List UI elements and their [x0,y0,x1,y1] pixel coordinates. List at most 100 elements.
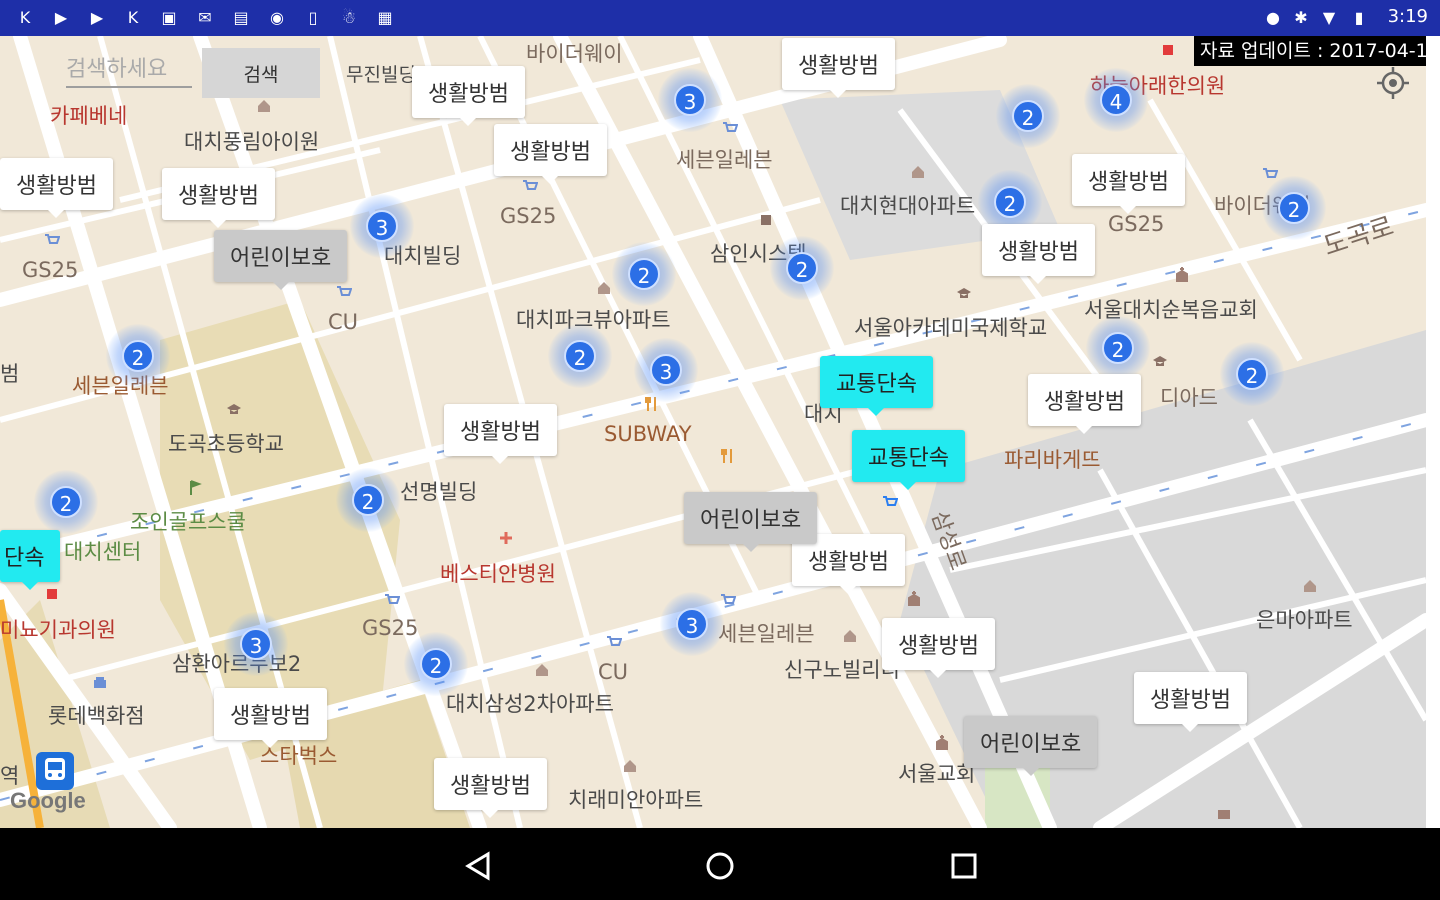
marker-crime-prevention[interactable]: 생활방범 [494,124,607,184]
cart-poi-icon [1263,168,1278,178]
school-poi-icon [227,404,241,414]
cluster-marker[interactable]: 2 [106,324,170,388]
recents-icon[interactable] [944,846,984,886]
home-poi-icon [844,630,856,642]
school-poi-icon [957,288,971,298]
cluster-count: 3 [650,354,682,386]
mail-poi-icon [1218,810,1230,819]
poi-label: 대치삼성2차아파트 [446,692,614,716]
cluster-count: 2 [786,252,818,284]
home-poi-icon [912,166,924,178]
youtube-icon: ▶ [90,8,104,27]
home-icon[interactable] [700,846,740,886]
marker-traffic-enforcement[interactable]: 교통단속 [820,356,933,416]
search-input[interactable] [66,52,192,88]
cart-poi-icon [607,636,622,646]
cart-poi-icon [385,594,400,604]
marker-crime-prevention[interactable]: 생활방범 [882,618,995,678]
cluster-marker[interactable]: 2 [770,236,834,300]
cluster-count: 3 [676,608,708,640]
cluster-marker[interactable]: 2 [1220,342,1284,406]
marker-child-protection[interactable]: 어린이보호 [214,230,348,290]
cluster-marker[interactable]: 3 [350,194,414,258]
marker-crime-prevention[interactable]: 생활방범 [444,404,557,464]
clock: 3:19 [1387,6,1428,27]
location-icon: ● [1266,8,1280,27]
navigation-bar [0,828,1440,900]
marker-crime-prevention[interactable]: 생활방범 [1028,374,1141,434]
poi-label: 대치풍림아이원 [184,130,320,154]
marker-child-protection[interactable]: 어린이보호 [684,492,818,552]
cluster-count: 2 [122,340,154,372]
marker-traffic-enforcement[interactable]: 단속 [0,530,61,590]
marker-crime-prevention[interactable]: 생활방범 [0,158,113,218]
church-poi-icon [936,735,948,750]
news-icon: ▤ [233,8,249,27]
cluster-marker[interactable]: 3 [224,612,288,676]
crosshair-icon [1377,67,1409,99]
cart-poi-icon [523,180,538,190]
android-icon: ☃ [341,8,357,27]
marker-child-protection[interactable]: 어린이보호 [964,716,1098,776]
back-icon[interactable] [458,846,498,886]
phone-icon: ▯ [308,8,318,27]
school-poi-icon [1153,356,1167,366]
poi-label: 조인골프스쿨 [130,510,246,534]
my-location-button[interactable] [1372,62,1414,104]
poi-label: 대치현대아파트 [840,194,976,218]
battery-icon: ▮ [1354,8,1364,27]
cluster-marker[interactable]: 2 [548,324,612,388]
cluster-count: 2 [420,648,452,680]
cluster-marker[interactable]: 2 [336,468,400,532]
cluster-marker[interactable]: 2 [1262,176,1326,240]
marker-crime-prevention[interactable]: 생활방범 [1134,672,1247,732]
cluster-marker[interactable]: 2 [612,242,676,306]
poi-label: 파리바게뜨 [1004,448,1101,472]
poi-label: 무진빌딩 [346,64,416,86]
cluster-marker[interactable]: 2 [34,470,98,534]
cart-poi-icon [45,234,60,244]
home-poi-icon [258,100,270,112]
home-poi-icon [536,664,548,676]
marker-crime-prevention[interactable]: 생활방범 [982,224,1095,284]
hospital-poi-icon [500,532,512,544]
poi-label: 세븐일레븐 [676,148,773,172]
search-button[interactable]: 검색 [202,48,320,98]
cluster-count: 2 [1012,100,1044,132]
cluster-marker[interactable]: 2 [996,84,1060,148]
cluster-marker[interactable]: 2 [404,632,468,696]
cluster-count: 2 [564,340,596,372]
marker-crime-prevention[interactable]: 생활방범 [214,688,327,748]
church-poi-icon [1176,267,1188,282]
cluster-count: 3 [366,210,398,242]
mail-icon: ✉ [198,8,212,27]
subway-station-icon[interactable] [36,752,74,790]
poi-label: 도곡초등학교 [168,432,284,456]
poi-label: 선명빌딩 [400,480,478,504]
cart-poi-icon [337,286,352,296]
marker-crime-prevention[interactable]: 생활방범 [1072,154,1185,214]
poi-label: 카페베네 [50,104,128,128]
cluster-marker[interactable]: 3 [658,68,722,132]
cluster-marker[interactable]: 2 [1086,316,1150,380]
map-view[interactable]: 카페베네 대치풍림아이원 GS25 GS25 세븐일레븐 대치현대아파트 GS2… [0,36,1426,828]
cluster-count: 2 [1102,332,1134,364]
poi-label: 디아드 [1160,386,1218,410]
golf-poi-icon [190,480,202,495]
map-edge [1426,36,1440,828]
camera-icon: ◉ [270,8,284,27]
marker-crime-prevention[interactable]: 생활방범 [162,168,275,228]
poi-label: 바이더웨이 [526,42,623,66]
poi-label: 미뇨기과의원 [0,618,116,642]
cluster-marker[interactable]: 3 [660,592,724,656]
cluster-marker[interactable]: 3 [634,338,698,402]
marker-crime-prevention[interactable]: 생활방범 [434,758,547,818]
marker-crime-prevention[interactable]: 생활방범 [412,66,525,126]
poi-label: GS25 [500,204,557,228]
marker-traffic-enforcement[interactable]: 교통단속 [852,430,965,490]
google-logo: Google [10,788,86,813]
app-k-icon: K [19,8,31,27]
poi-label: GS25 [1108,212,1165,236]
marker-crime-prevention[interactable]: 생활방범 [782,38,895,98]
cluster-marker[interactable]: 4 [1084,68,1148,132]
